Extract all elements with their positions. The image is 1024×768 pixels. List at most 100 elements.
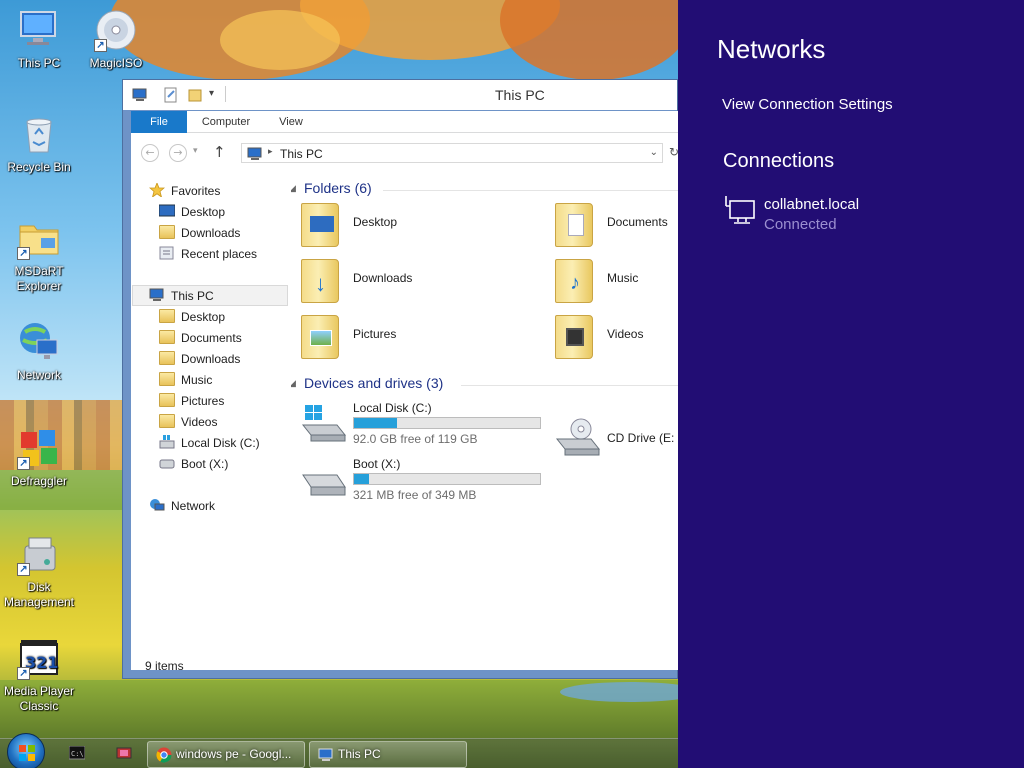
- drive-usage-bar: [353, 473, 541, 485]
- disk-management-icon: ↗: [17, 532, 61, 576]
- address-bar[interactable]: ▸ This PC ⌄: [241, 143, 663, 163]
- nav-item-label: Videos: [181, 415, 218, 429]
- nav-network[interactable]: Network: [149, 496, 215, 516]
- ribbon-tabs: File Computer View: [131, 111, 679, 133]
- pictures-folder-icon: [159, 393, 175, 407]
- desktop-icon-defraggler[interactable]: ↗ Defraggler: [1, 426, 77, 489]
- address-dropdown-icon[interactable]: ⌄: [650, 147, 658, 158]
- tab-computer[interactable]: Computer: [193, 111, 259, 133]
- nav-pc-documents[interactable]: Documents: [159, 328, 242, 348]
- nav-favorites[interactable]: Favorites: [148, 181, 220, 201]
- nav-pc-pictures[interactable]: Pictures: [159, 391, 224, 411]
- folder-shortcut-icon: ↗: [17, 216, 61, 260]
- group-divider: [461, 385, 679, 386]
- folder-tile-music[interactable]: ♪ Music: [555, 255, 679, 307]
- command-prompt-icon[interactable]: C:\: [69, 746, 85, 760]
- folder-label: Music: [607, 271, 639, 285]
- nav-pc-videos[interactable]: Videos: [159, 412, 217, 432]
- desktop-icon-label: This PC: [17, 56, 61, 70]
- qat-divider: [225, 86, 226, 102]
- folder-tile-downloads[interactable]: ↓ Downloads: [301, 255, 501, 307]
- nav-pc-downloads[interactable]: Downloads: [159, 349, 240, 369]
- connection-item-status: Connected: [764, 216, 837, 233]
- collapse-folders-icon[interactable]: ◢: [291, 183, 296, 194]
- music-folder-icon: [159, 372, 175, 386]
- devices-group-header[interactable]: Devices and drives (3): [304, 375, 443, 391]
- computer-icon: [17, 8, 61, 52]
- videos-folder-icon: [159, 414, 175, 428]
- windows-drive-icon: [301, 405, 347, 442]
- drive-tile-local-disk[interactable]: Local Disk (C:) 92.0 GB free of 119 GB: [301, 401, 551, 453]
- collapse-devices-icon[interactable]: ◢: [291, 378, 296, 389]
- folder-tile-videos[interactable]: Videos: [555, 311, 679, 363]
- new-folder-icon[interactable]: [187, 87, 203, 103]
- start-button[interactable]: [7, 733, 45, 768]
- nav-fav-recent-places[interactable]: Recent places: [159, 244, 257, 264]
- taskbar-button-this-pc[interactable]: This PC: [309, 741, 467, 768]
- desktop-icon-msdart-explorer[interactable]: ↗ MSDaRT Explorer: [1, 216, 77, 294]
- desktop-icon-network[interactable]: Network: [1, 320, 77, 383]
- drive-name: Boot (X:): [353, 457, 401, 471]
- documents-folder-icon: [555, 203, 593, 247]
- downloads-folder-icon: [159, 225, 175, 239]
- navigation-bar: ← → ▾ ↑ ▸ This PC ⌄ ↻: [131, 141, 679, 165]
- desktop-icon-disk-management[interactable]: ↗ Disk Management: [1, 532, 77, 610]
- folders-group-header[interactable]: Folders (6): [304, 180, 372, 196]
- tab-file[interactable]: File: [131, 111, 187, 133]
- nav-pc-local-disk[interactable]: Local Disk (C:): [159, 433, 260, 453]
- taskbar: C:\ windows pe - Googl... This PC: [0, 733, 678, 768]
- drive-tile-boot[interactable]: Boot (X:) 321 MB free of 349 MB: [301, 457, 551, 509]
- properties-icon[interactable]: [163, 87, 179, 103]
- folder-tile-documents[interactable]: Documents: [555, 199, 679, 251]
- qat-dropdown-icon[interactable]: ▾: [209, 88, 214, 99]
- nav-fav-desktop[interactable]: Desktop: [158, 202, 225, 222]
- desktop-icon-label: Defraggler: [10, 474, 68, 488]
- cd-drive-icon: [555, 418, 601, 456]
- downloads-folder-icon: [159, 351, 175, 365]
- folder-tile-desktop[interactable]: Desktop: [301, 199, 501, 251]
- nav-item-label: Downloads: [181, 226, 241, 240]
- back-button[interactable]: ←: [141, 144, 159, 162]
- nav-fav-downloads[interactable]: Downloads: [159, 223, 240, 243]
- desktop-icon-magiciso[interactable]: ↗ MagicISO: [78, 8, 154, 71]
- charm-title: Networks: [717, 34, 826, 64]
- network-globe-icon: [17, 320, 61, 364]
- folder-tile-pictures[interactable]: Pictures: [301, 311, 501, 363]
- drive-icon: [302, 474, 346, 496]
- view-connection-settings-link[interactable]: View Connection Settings: [722, 96, 893, 113]
- drive-name: Local Disk (C:): [353, 401, 432, 415]
- downloads-folder-icon: ↓: [301, 259, 339, 303]
- title-bar[interactable]: ▾ This PC: [123, 80, 677, 110]
- up-button[interactable]: ↑: [213, 143, 226, 161]
- connection-item-name[interactable]: collabnet.local: [764, 196, 859, 213]
- desktop-icon-label-line2: Explorer: [16, 279, 62, 293]
- nav-pc-desktop[interactable]: Desktop: [159, 307, 225, 327]
- navigation-pane: Favorites Desktop Downloads Recent place…: [131, 173, 291, 633]
- forward-button[interactable]: →: [169, 144, 187, 162]
- explorer-window: ▾ This PC File Computer View ← → ▾ ↑ ▸ T…: [122, 79, 679, 679]
- drive-usage-bar: [353, 417, 541, 429]
- nav-item-label: Music: [181, 373, 213, 387]
- status-bar-item-count: 9 items: [145, 659, 184, 673]
- taskbar-button-label: windows pe - Googl...: [176, 747, 292, 761]
- taskbar-button-chrome[interactable]: windows pe - Googl...: [147, 741, 305, 768]
- networks-charm-panel: Networks View Connection Settings Connec…: [678, 0, 1024, 768]
- desktop-icon-media-player-classic[interactable]: 321 ↗ Media Player Classic: [1, 636, 77, 714]
- tab-view[interactable]: View: [271, 111, 311, 133]
- nav-pc-music[interactable]: Music: [159, 370, 212, 390]
- desktop-icon-this-pc[interactable]: This PC: [1, 8, 77, 71]
- taskbar-button-label: This PC: [338, 747, 381, 761]
- computer-icon: [318, 748, 333, 761]
- nav-item-label: Boot (X:): [181, 457, 229, 471]
- desktop-icon-label: MagicISO: [89, 56, 143, 70]
- drive-free-space: 92.0 GB free of 119 GB: [353, 432, 478, 446]
- desktop-folder-icon: [301, 203, 339, 247]
- address-text: This PC: [280, 147, 323, 161]
- nav-this-pc[interactable]: This PC: [149, 286, 214, 306]
- app-launcher-icon[interactable]: [116, 746, 132, 760]
- desktop-icon-recycle-bin[interactable]: Recycle Bin: [1, 112, 77, 175]
- recent-locations-icon[interactable]: ▾: [193, 146, 198, 156]
- nav-pc-boot[interactable]: Boot (X:): [159, 454, 228, 474]
- group-divider: [383, 190, 679, 191]
- drive-tile-cd[interactable]: CD Drive (E:: [555, 417, 679, 469]
